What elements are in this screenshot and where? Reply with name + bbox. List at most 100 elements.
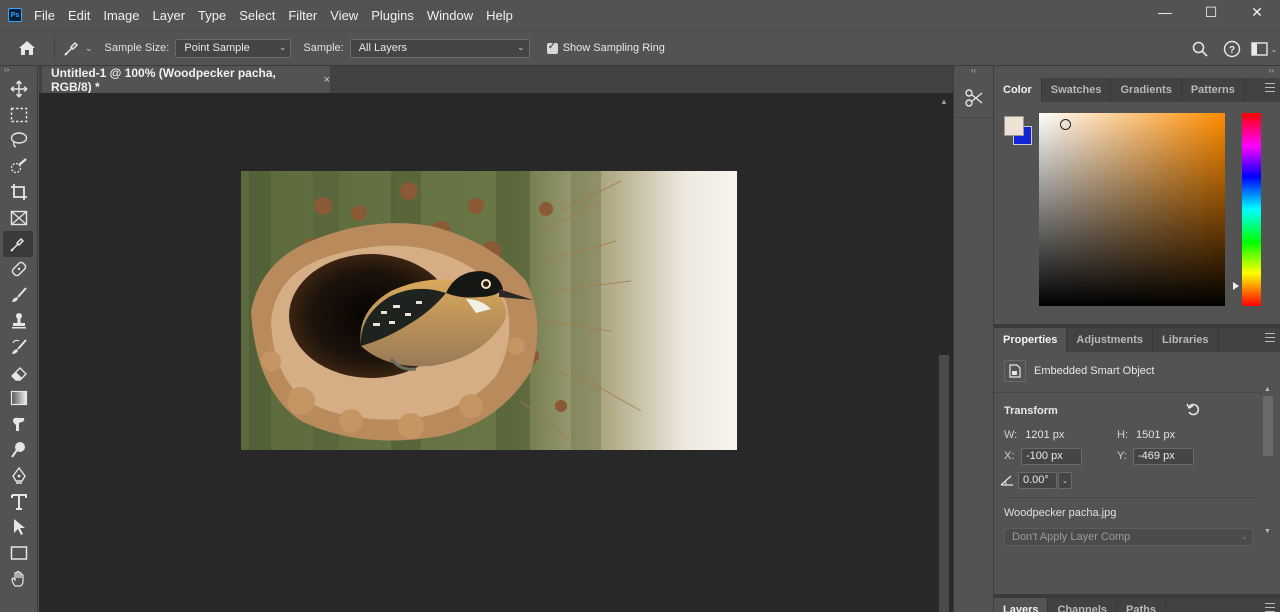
sample-size-select[interactable]: Point Sample ⌄ (175, 38, 292, 58)
brush-icon (12, 287, 27, 303)
tool-preset-picker[interactable]: ⌄ (63, 39, 93, 57)
angle-field[interactable]: 0.00° (1018, 472, 1057, 489)
document-tab[interactable]: Untitled-1 @ 100% (Woodpecker pacha, RGB… (42, 65, 330, 94)
options-right-tools: ? ⌄ (1184, 31, 1280, 67)
menu-bar: Ps File Edit Image Layer Type Select Fil… (0, 0, 1280, 30)
angle-dropdown[interactable]: ⌄ (1058, 472, 1072, 489)
x-position-field[interactable]: -100 px (1021, 448, 1082, 465)
hue-slider-marker[interactable] (1233, 282, 1239, 290)
search-button[interactable] (1184, 34, 1216, 64)
y-position-field[interactable]: -469 px (1133, 448, 1194, 465)
path-select-tool[interactable] (0, 515, 38, 541)
dodge-tool[interactable] (0, 437, 38, 463)
panel-menu-icon[interactable] (1265, 83, 1275, 95)
document-tab-title: Untitled-1 @ 100% (Woodpecker pacha, RGB… (51, 65, 276, 94)
panel-menu-icon[interactable] (1265, 333, 1275, 345)
help-button[interactable]: ? (1216, 34, 1248, 64)
tab-color[interactable]: Color (994, 78, 1042, 102)
reset-transform-button[interactable] (1186, 402, 1200, 419)
smudge-tool[interactable] (0, 411, 38, 437)
right-panels: ›› Color Swatches Gradients Patterns Pro… (994, 66, 1280, 612)
move-icon (10, 80, 28, 98)
tab-libraries[interactable]: Libraries (1153, 328, 1219, 352)
layer-comp-select[interactable]: Don't Apply Layer Comp ⌄ (1004, 528, 1253, 546)
menu-layer[interactable]: Layer (153, 8, 186, 23)
properties-scrollbar[interactable]: ▲ ▼ (1262, 386, 1274, 536)
options-bar: ⌄ Sample Size: Point Sample ⌄ Sample: Al… (0, 30, 1280, 66)
quick-select-tool[interactable] (0, 153, 38, 179)
collapse-panels-icon[interactable]: ›› (994, 66, 1280, 78)
rectangle-tool[interactable] (0, 540, 38, 566)
hue-slider[interactable] (1242, 113, 1261, 306)
collapse-strip-icon[interactable]: ‹‹ (954, 66, 993, 78)
menu-plugins[interactable]: Plugins (371, 8, 414, 23)
eraser-tool[interactable] (0, 360, 38, 386)
menu-window[interactable]: Window (427, 8, 473, 23)
color-picker-ring[interactable] (1060, 119, 1071, 130)
collapse-toolbar-icon[interactable]: ›› (0, 66, 37, 76)
tab-channels[interactable]: Channels (1048, 598, 1117, 612)
brush-tool[interactable] (0, 282, 38, 308)
foreground-color-swatch[interactable] (1004, 116, 1024, 136)
scrollbar-thumb[interactable] (939, 355, 949, 612)
y-label: Y: (1117, 450, 1127, 462)
close-window-button[interactable]: ✕ (1234, 0, 1280, 24)
panel-menu-icon[interactable] (1265, 603, 1275, 612)
scroll-up-icon[interactable]: ▲ (940, 97, 948, 106)
color-picker-field[interactable] (1039, 113, 1225, 306)
menu-file[interactable]: File (34, 8, 55, 23)
tab-gradients[interactable]: Gradients (1111, 78, 1182, 102)
scroll-up-icon[interactable]: ▲ (1264, 386, 1271, 393)
marquee-tool[interactable] (0, 102, 38, 128)
close-tab-icon[interactable]: × (324, 74, 330, 86)
transform-title: Transform (1004, 405, 1058, 417)
scissors-icon (965, 88, 983, 107)
tab-adjustments[interactable]: Adjustments (1067, 328, 1154, 352)
crop-tool[interactable] (0, 179, 38, 205)
minimize-button[interactable]: — (1142, 0, 1188, 24)
menu-filter[interactable]: Filter (288, 8, 317, 23)
hand-tool[interactable] (0, 566, 38, 592)
pen-tool[interactable] (0, 463, 38, 489)
gradient-tool[interactable] (0, 386, 38, 412)
home-button[interactable] (10, 33, 44, 63)
move-tool[interactable] (0, 76, 38, 102)
scrollbar-thumb[interactable] (1263, 396, 1273, 456)
eyedropper-tool[interactable] (3, 230, 33, 257)
menu-help[interactable]: Help (486, 8, 513, 23)
tools-panel-button[interactable] (954, 78, 994, 118)
tab-swatches[interactable]: Swatches (1042, 78, 1112, 102)
menu-image[interactable]: Image (103, 8, 139, 23)
menu-select[interactable]: Select (239, 8, 275, 23)
history-brush-tool[interactable] (0, 334, 38, 360)
woodpecker-photo[interactable] (241, 171, 737, 450)
width-row: W: 1201 px (1004, 429, 1064, 441)
sample-select[interactable]: All Layers ⌄ (349, 38, 530, 58)
menu-edit[interactable]: Edit (68, 8, 90, 23)
chevron-down-icon: ⌄ (1241, 532, 1248, 541)
home-icon (19, 41, 35, 55)
height-label: H: (1117, 429, 1128, 441)
stamp-icon (12, 313, 26, 329)
frame-tool[interactable] (0, 205, 38, 231)
sampling-ring-checkbox[interactable] (546, 41, 558, 54)
workspace-button[interactable]: ⌄ (1248, 34, 1280, 64)
canvas[interactable] (39, 93, 936, 612)
clone-stamp-tool[interactable] (0, 308, 38, 334)
menu-view[interactable]: View (330, 8, 358, 23)
type-tool[interactable] (0, 489, 38, 515)
crop-icon (11, 184, 27, 201)
sample-size-value: Point Sample (184, 42, 250, 54)
maximize-button[interactable]: ☐ (1188, 0, 1234, 24)
tab-patterns[interactable]: Patterns (1182, 78, 1245, 102)
menu-type[interactable]: Type (198, 8, 226, 23)
canvas-vertical-scrollbar[interactable]: ▲ (936, 93, 953, 612)
tab-paths[interactable]: Paths (1117, 598, 1166, 612)
tab-properties[interactable]: Properties (994, 328, 1068, 352)
svg-text:?: ? (1229, 45, 1235, 56)
options-separator (54, 35, 55, 61)
lasso-tool[interactable] (0, 128, 38, 154)
scroll-down-icon[interactable]: ▼ (1264, 528, 1271, 535)
tab-layers[interactable]: Layers (994, 598, 1049, 612)
spot-healing-tool[interactable] (0, 257, 38, 283)
